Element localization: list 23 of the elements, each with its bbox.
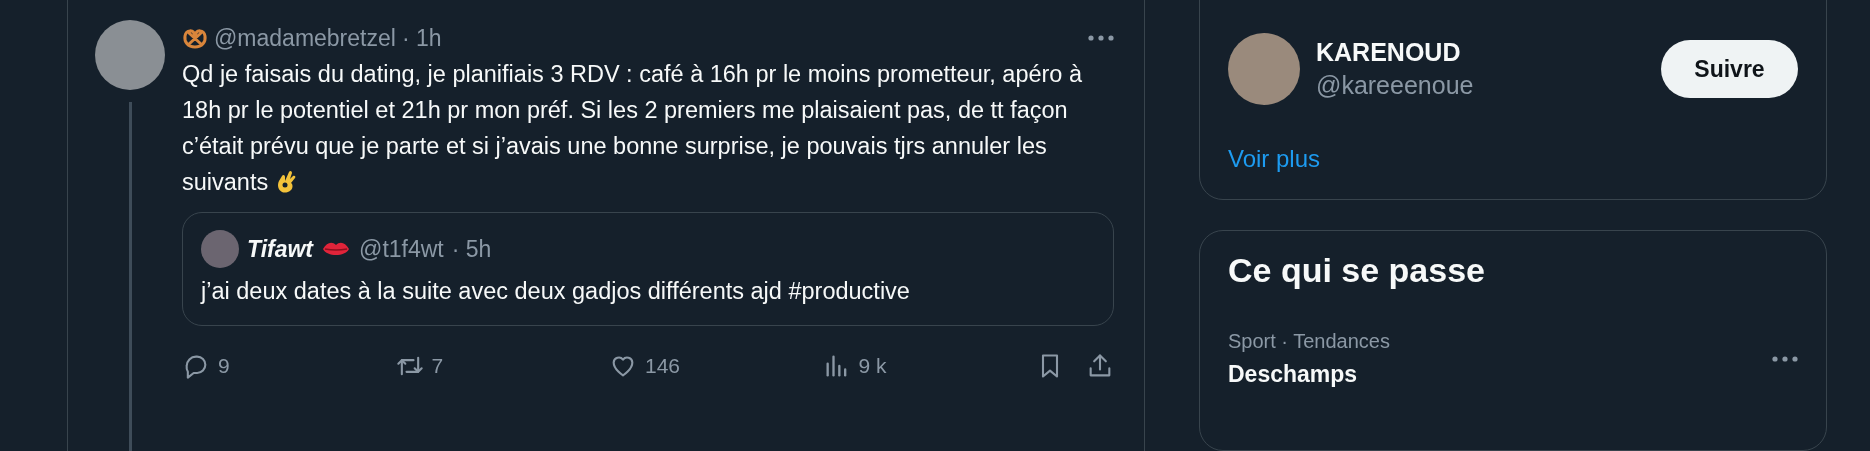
post-time: · 5h (451, 235, 492, 263)
quoted-post[interactable]: Tifawt @t1f4wt · 5h j’ai deux dates à la suite avec deux gadjos différents ajd #productive (182, 212, 1114, 326)
count: 146 (645, 354, 681, 378)
user-handle[interactable]: @madamebretzel (214, 24, 396, 52)
see-more-link[interactable]: Voir plus (1228, 145, 1321, 173)
trend-category: Sport · Tendances (1228, 330, 1391, 353)
count: 9 (218, 354, 230, 378)
trend-name[interactable]: Deschamps (1228, 361, 1772, 388)
follow-button[interactable]: Suivre (1661, 40, 1798, 98)
user-handle: @t1f4wt (359, 235, 444, 263)
post-time: · 1h (401, 24, 442, 52)
pretzel-icon (182, 27, 208, 49)
quoted-text: j’ai deux dates à la suite avec deux gadjos différents ajd #productive (201, 277, 911, 306)
count: 9 k (858, 354, 887, 378)
more-icon[interactable] (1772, 355, 1798, 363)
avatar-image (201, 230, 239, 268)
count: 7 (431, 354, 444, 378)
post-text: Qd je faisais du dating, je planifiais 3 RDV : café à 16h pr le moins prometteur, apéro à 18h pr le potentiel et 21h pr mon préf. Si les 2 premiers me plaisaient pas, de tt façon c’était prévu que je parte et si j’avais une bonne surprise, je pouvais tjrs annuler les suivants (182, 60, 1084, 197)
user-name: Tifawt (247, 235, 314, 263)
user-handle[interactable]: @kareeenoue (1316, 71, 1645, 100)
more-icon[interactable] (1088, 34, 1114, 42)
user-name[interactable]: KARENOUD (1316, 38, 1645, 67)
section-title: Ce qui se passe (1228, 251, 1486, 290)
